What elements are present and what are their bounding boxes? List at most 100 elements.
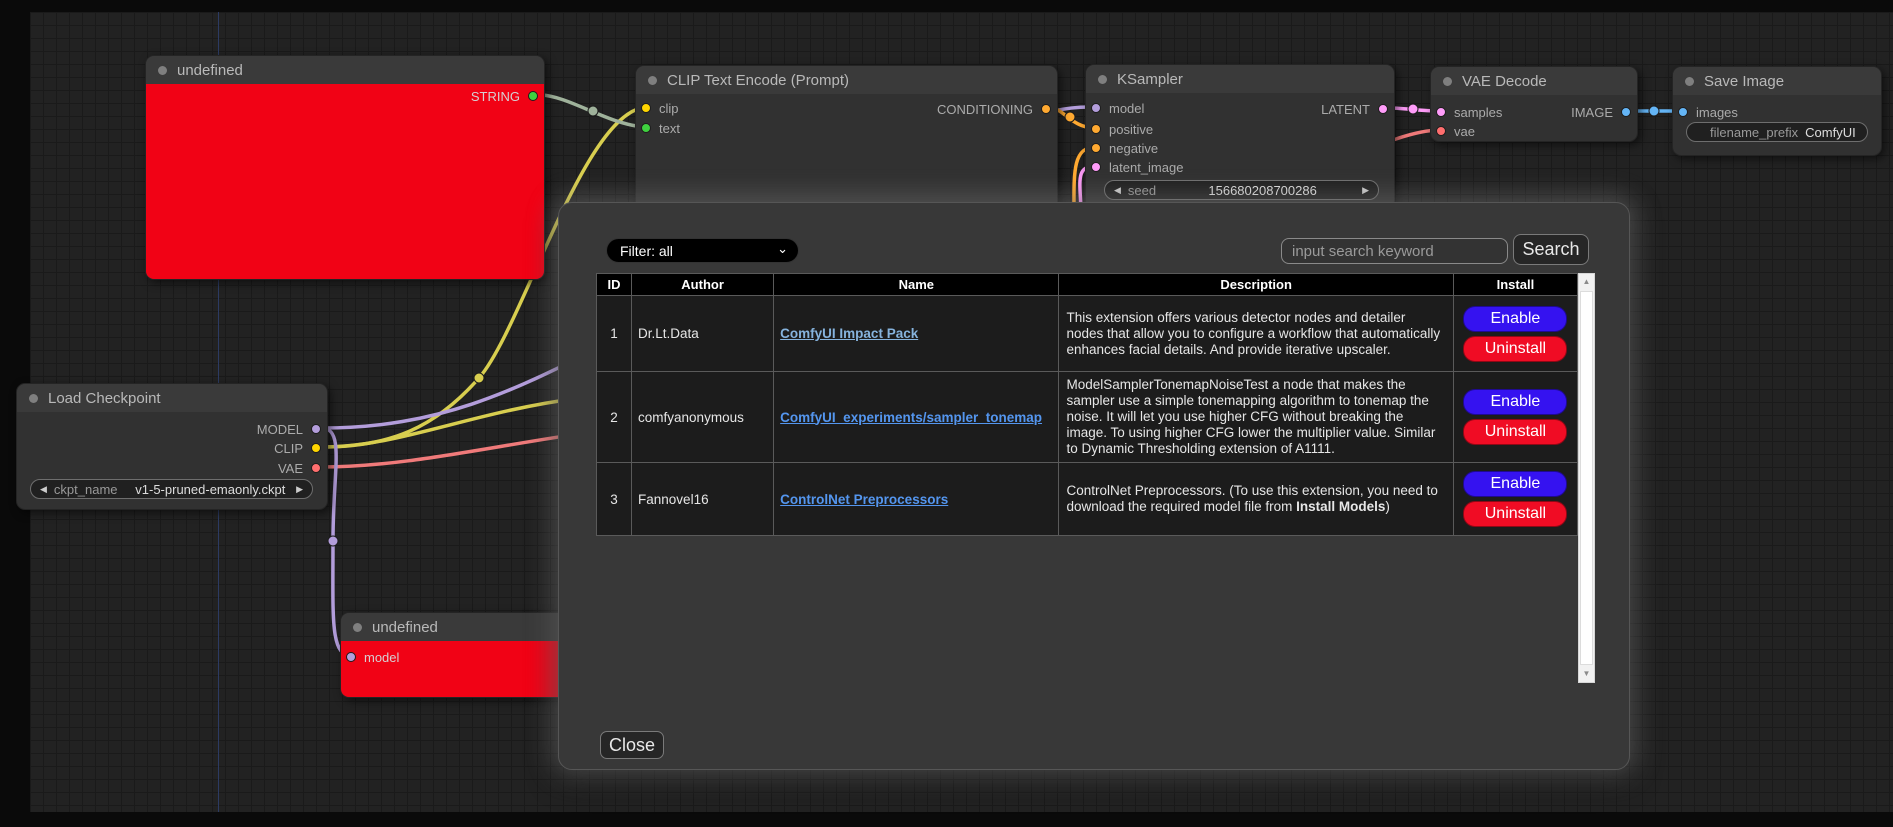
link-dot (1408, 104, 1418, 114)
output-slot-clip[interactable]: CLIP (274, 441, 321, 455)
node-title: CLIP Text Encode (Prompt) (667, 72, 849, 89)
custom-nodes-manager-dialog: Filter: all ⌄ Search ID Author Name Desc… (558, 202, 1630, 770)
enable-button[interactable]: Enable (1463, 306, 1567, 332)
search-input[interactable] (1281, 238, 1508, 264)
node-titlebar[interactable]: undefined (146, 56, 544, 84)
uninstall-button[interactable]: Uninstall (1463, 501, 1567, 527)
enable-button[interactable]: Enable (1463, 389, 1567, 415)
node-title: undefined (372, 619, 438, 636)
node-undefined-top[interactable]: undefined STRING (145, 55, 545, 280)
search-button[interactable]: Search (1513, 234, 1589, 265)
table-row: 3 Fannovel16 ControlNet Preprocessors Co… (597, 463, 1578, 536)
cell-author: Dr.Lt.Data (632, 296, 774, 372)
node-body (146, 84, 544, 279)
slot-dot-icon (641, 123, 651, 133)
collapse-dot-icon[interactable] (158, 66, 167, 75)
collapse-dot-icon[interactable] (1685, 77, 1694, 86)
node-titlebar[interactable]: CLIP Text Encode (Prompt) (636, 66, 1057, 94)
output-slot-model[interactable]: MODEL (257, 422, 321, 436)
node-titlebar[interactable]: Save Image (1673, 67, 1881, 95)
node-load-checkpoint[interactable]: Load Checkpoint MODEL CLIP VAE ◀ ckpt_na… (16, 383, 328, 510)
cell-install: Enable Uninstall (1453, 296, 1577, 372)
link-dot (1065, 112, 1075, 122)
table-scrollbar[interactable]: ▲ ▼ (1578, 273, 1595, 683)
scroll-down-icon[interactable]: ▼ (1579, 666, 1594, 682)
scroll-up-icon[interactable]: ▲ (1579, 274, 1594, 290)
input-slot-clip[interactable]: clip (641, 101, 679, 115)
cell-id: 2 (597, 372, 632, 463)
scrollbar-thumb[interactable] (1580, 291, 1593, 665)
col-header-install: Install (1453, 274, 1577, 296)
slot-dot-icon (1091, 143, 1101, 153)
col-header-id: ID (597, 274, 632, 296)
input-slot-positive[interactable]: positive (1091, 122, 1153, 136)
extension-link[interactable]: ComfyUI_experiments/sampler_tonemap (780, 410, 1042, 425)
node-title: VAE Decode (1462, 73, 1547, 90)
slot-dot-icon (528, 91, 538, 101)
slot-dot-icon (1091, 103, 1101, 113)
uninstall-button[interactable]: Uninstall (1463, 336, 1567, 362)
slot-dot-icon (1436, 126, 1446, 136)
link-dot (588, 106, 598, 116)
widget-left-arrow-icon[interactable]: ◀ (40, 484, 47, 495)
uninstall-button[interactable]: Uninstall (1463, 419, 1567, 445)
link-dot (328, 536, 338, 546)
table-row: 1 Dr.Lt.Data ComfyUI Impact Pack This ex… (597, 296, 1578, 372)
slot-dot-icon (1436, 107, 1446, 117)
slot-dot-icon (346, 652, 356, 662)
cell-description: ControlNet Preprocessors. (To use this e… (1059, 463, 1453, 536)
col-header-description: Description (1059, 274, 1453, 296)
output-slot-image[interactable]: IMAGE (1571, 105, 1631, 119)
node-titlebar[interactable]: KSampler (1086, 65, 1394, 93)
input-slot-negative[interactable]: negative (1091, 141, 1158, 155)
col-header-name: Name (774, 274, 1059, 296)
cell-install: Enable Uninstall (1453, 463, 1577, 536)
input-slot-model[interactable]: model (1091, 101, 1144, 115)
slot-dot-icon (641, 103, 651, 113)
node-title: Save Image (1704, 73, 1784, 90)
cell-description: This extension offers various detector n… (1059, 296, 1453, 372)
node-titlebar[interactable]: Load Checkpoint (17, 384, 327, 412)
node-titlebar[interactable]: VAE Decode (1431, 67, 1637, 95)
input-slot-model[interactable]: model (346, 650, 399, 664)
input-slot-vae[interactable]: vae (1436, 124, 1475, 138)
col-header-author: Author (632, 274, 774, 296)
node-ksampler[interactable]: KSampler model positive negative latent_… (1085, 64, 1395, 209)
filename-prefix-widget[interactable]: filename_prefix ComfyUI (1686, 122, 1868, 142)
node-save-image[interactable]: Save Image images filename_prefix ComfyU… (1672, 66, 1882, 156)
extension-link[interactable]: ComfyUI Impact Pack (780, 326, 918, 341)
close-button[interactable]: Close (600, 731, 664, 759)
widget-left-arrow-icon[interactable]: ◀ (1114, 185, 1121, 196)
input-slot-samples[interactable]: samples (1436, 105, 1502, 119)
output-slot-string[interactable]: STRING (471, 89, 538, 103)
node-vae-decode[interactable]: VAE Decode samples vae IMAGE (1430, 66, 1638, 142)
node-title: Load Checkpoint (48, 390, 161, 407)
input-slot-images[interactable]: images (1678, 105, 1738, 119)
extension-link[interactable]: ControlNet Preprocessors (780, 492, 948, 507)
extensions-table: ID Author Name Description Install 1 Dr.… (596, 273, 1578, 536)
collapse-dot-icon[interactable] (648, 76, 657, 85)
output-slot-latent[interactable]: LATENT (1321, 102, 1388, 116)
collapse-dot-icon[interactable] (29, 394, 38, 403)
slot-dot-icon (311, 443, 321, 453)
seed-widget[interactable]: ◀ seed 156680208700286 ▶ (1104, 180, 1379, 200)
slot-dot-icon (311, 424, 321, 434)
ckpt-name-widget[interactable]: ◀ ckpt_name v1-5-pruned-emaonly.ckpt ▶ (30, 479, 313, 499)
collapse-dot-icon[interactable] (1098, 75, 1107, 84)
cell-description: ModelSamplerTonemapNoiseTest a node that… (1059, 372, 1453, 463)
output-slot-conditioning[interactable]: CONDITIONING (937, 102, 1051, 116)
collapse-dot-icon[interactable] (353, 623, 362, 632)
slot-dot-icon (1091, 162, 1101, 172)
widget-right-arrow-icon[interactable]: ▶ (1362, 185, 1369, 196)
node-clip-text-encode[interactable]: CLIP Text Encode (Prompt) clip text COND… (635, 65, 1058, 215)
collapse-dot-icon[interactable] (1443, 77, 1452, 86)
input-slot-text[interactable]: text (641, 121, 680, 135)
widget-right-arrow-icon[interactable]: ▶ (296, 484, 303, 495)
filter-selected-value: Filter: all (620, 243, 673, 259)
output-slot-vae[interactable]: VAE (278, 461, 321, 475)
table-row: 2 comfyanonymous ComfyUI_experiments/sam… (597, 372, 1578, 463)
input-slot-latent-image[interactable]: latent_image (1091, 160, 1183, 174)
slot-dot-icon (1091, 124, 1101, 134)
enable-button[interactable]: Enable (1463, 471, 1567, 497)
filter-select[interactable]: Filter: all ⌄ (606, 238, 799, 263)
